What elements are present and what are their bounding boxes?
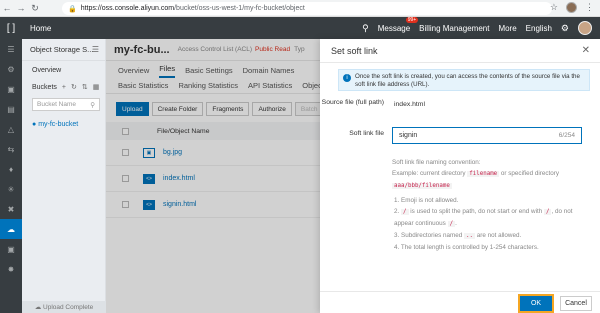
soft-link-input[interactable]: signin 6/254	[392, 127, 582, 144]
soft-link-row: Soft link file signin 6/254	[320, 127, 600, 151]
back-icon[interactable]: ←	[0, 1, 14, 15]
upload-status[interactable]: ☁ Upload Complete	[22, 301, 106, 313]
source-file-label: Source file (full path)	[321, 99, 384, 106]
rail-server-icon[interactable]: ▤	[0, 99, 22, 119]
sort-icon[interactable]: ⇅	[82, 83, 88, 91]
add-bucket-icon[interactable]: +	[62, 84, 66, 91]
forward-icon[interactable]: →	[14, 1, 28, 15]
rules-title: Soft link file naming convention:	[392, 159, 481, 166]
address-bar[interactable]: 🔒 https://oss.console.aliyun.com/bucket/…	[62, 2, 552, 15]
rail-network-icon[interactable]: △	[0, 119, 22, 139]
oss-sidebar: Object Storage S... ☰ Overview Buckets +…	[22, 39, 106, 313]
rail-cross-icon[interactable]: ✖	[0, 199, 22, 219]
search-icon[interactable]: ⚲	[90, 101, 95, 109]
rules-example: Example: current directory filename or s…	[392, 168, 592, 192]
ok-button[interactable]: OK	[518, 294, 554, 313]
rail-sync-icon[interactable]: ⇆	[0, 139, 22, 159]
sidebar-title: Object Storage S...	[30, 45, 94, 54]
rule-3: 3. Subdirectories named .. are not allow…	[392, 230, 592, 242]
example-code-filename: filename	[467, 171, 500, 177]
url-path: /bucket/oss-us-west-1/my-fc-bucket/objec…	[174, 5, 305, 12]
grid-icon[interactable]: ▦	[93, 83, 100, 91]
reload-icon[interactable]: ↻	[28, 1, 42, 15]
aliyun-logo-icon[interactable]: [ ]	[0, 17, 22, 39]
example-prefix: Example: current directory	[392, 170, 466, 177]
rule-3-b: are not allowed.	[476, 232, 522, 239]
message-label: Message	[377, 23, 411, 33]
panel-title: Set soft link	[331, 45, 378, 56]
url-host: https://oss.console.aliyun.com	[80, 5, 175, 12]
rule-2-code: /	[401, 209, 409, 215]
browser-menu-icon[interactable]: ⋮	[585, 2, 594, 13]
info-notice: i Once the soft link is created, you can…	[338, 69, 590, 91]
product-rail: ☰ ⚙ ▣ ▤ △ ⇆ ♦ ✳ ✖ ☁ ▣ ✸	[0, 39, 22, 313]
panel-footer: OK Cancel	[320, 291, 600, 313]
upload-status-icon: ☁	[34, 304, 44, 311]
rule-2-b: is used to split the path, do not start …	[410, 208, 543, 215]
bucket-item-label: my-fc-bucket	[38, 121, 79, 128]
soft-link-label: Soft link file	[349, 130, 384, 137]
rule-2-a: 2.	[394, 208, 400, 215]
source-file-value: index.html	[394, 101, 425, 108]
modal-overlay[interactable]	[106, 39, 320, 313]
example-mid: or specified directory	[500, 170, 560, 177]
message-badge: 99+	[405, 16, 419, 23]
billing-link[interactable]: Billing Management	[419, 24, 489, 33]
rail-settings-icon[interactable]: ✳	[0, 179, 22, 199]
rail-menu-icon[interactable]: ☰	[0, 39, 22, 59]
collapse-menu-icon[interactable]: ☰	[92, 45, 99, 54]
rail-cube-icon[interactable]: ▣	[0, 79, 22, 99]
rule-4: 4. The total length is controlled by 1-2…	[394, 244, 539, 251]
panel-header: Set soft link	[320, 39, 600, 63]
rule-3-code: ..	[464, 233, 475, 239]
refresh-icon[interactable]: ↻	[71, 83, 77, 91]
rail-oss-icon[interactable]: ☁	[0, 219, 22, 239]
browser-toolbar: ← → ↻ 🔒 https://oss.console.aliyun.com/b…	[0, 0, 600, 17]
user-avatar[interactable]	[578, 21, 592, 35]
sidebar-title-row: Object Storage S... ☰	[22, 39, 105, 61]
cancel-button[interactable]: Cancel	[560, 296, 592, 311]
bucket-search-placeholder: Bucket Name	[37, 101, 77, 108]
rail-gear-icon[interactable]: ⚙	[0, 59, 22, 79]
lock-icon: 🔒	[68, 5, 77, 13]
console-topbar: [ ] Home ⚲ Message 99+ Billing Managemen…	[0, 16, 600, 39]
rule-1: 1. Emoji is not allowed.	[394, 197, 459, 204]
soft-link-panel: Set soft link ✕ i Once the soft link is …	[320, 39, 600, 313]
home-link[interactable]: Home	[30, 24, 51, 33]
more-link[interactable]: More	[498, 24, 516, 33]
rail-folder-icon[interactable]: ▣	[0, 239, 22, 259]
rail-shield-icon[interactable]: ♦	[0, 159, 22, 179]
buckets-header: Buckets + ↻ ⇅ ▦	[22, 79, 105, 95]
rule-2-code-3: /	[447, 221, 456, 227]
rule-2: 2. / is used to split the path, do not s…	[392, 206, 592, 230]
language-link[interactable]: English	[526, 24, 552, 33]
bookmark-star-icon[interactable]: ☆	[550, 2, 558, 13]
bucket-search-input[interactable]: Bucket Name ⚲	[32, 98, 100, 111]
naming-rules: Soft link file naming convention: Exampl…	[392, 157, 592, 253]
info-text: Once the soft link is created, you can a…	[355, 73, 580, 88]
buckets-label: Buckets	[32, 83, 57, 91]
gear-icon[interactable]: ⚙	[561, 23, 569, 34]
sidebar-bucket-item[interactable]: ● my-fc-bucket	[22, 121, 105, 128]
upload-status-label: Upload Complete	[43, 303, 94, 311]
rule-2-d: .	[455, 220, 457, 227]
source-file-row: Source file (full path) index.html	[320, 99, 600, 123]
close-icon[interactable]: ✕	[582, 45, 590, 56]
search-icon[interactable]: ⚲	[362, 23, 369, 34]
example-code-path: aaa/bbb/filename	[392, 183, 452, 189]
sidebar-item-overview[interactable]: Overview	[22, 61, 105, 79]
soft-link-value: signin	[399, 132, 418, 139]
char-count: 6/254	[558, 132, 575, 139]
rule-3-a: 3. Subdirectories named	[394, 232, 463, 239]
browser-profile-avatar[interactable]	[566, 2, 577, 13]
message-link[interactable]: Message 99+	[377, 16, 419, 33]
info-icon: i	[343, 74, 351, 82]
rail-star-icon[interactable]: ✸	[0, 259, 22, 279]
